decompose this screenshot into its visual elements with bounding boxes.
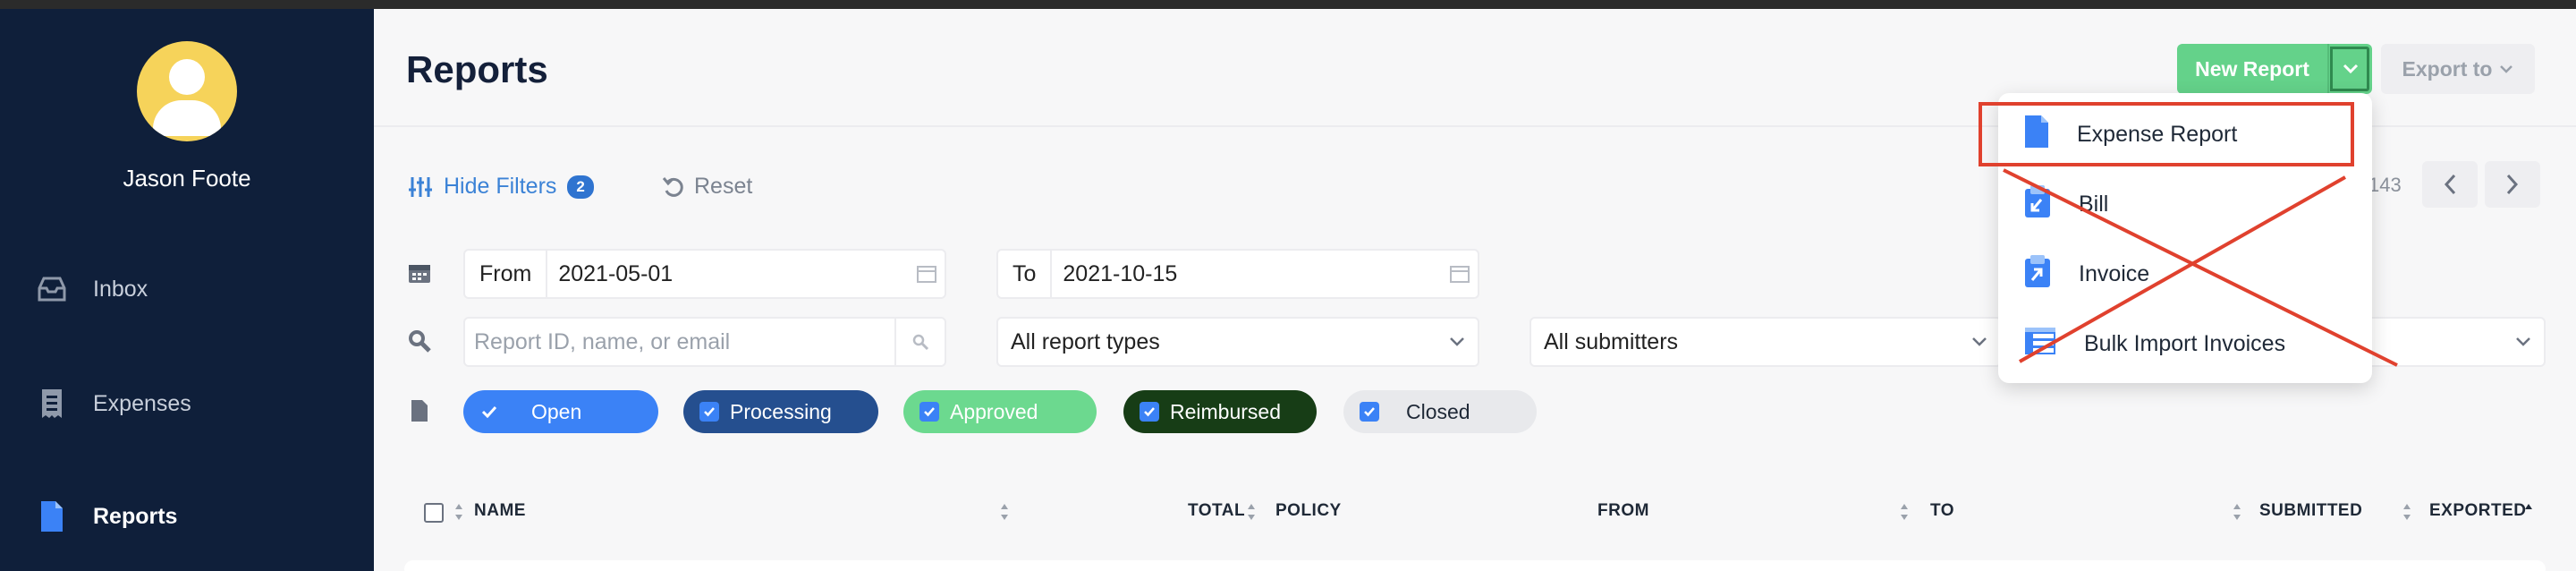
document-icon (36, 500, 68, 533)
column-header-exported[interactable]: EXPORTED (2429, 501, 2527, 521)
to-date-field[interactable]: To 2021-10-15 (996, 249, 1479, 299)
column-header-submitted[interactable]: SUBMITTED (2259, 501, 2362, 521)
sidebar-item-label: Reports (93, 503, 178, 529)
calendar-icon (404, 258, 435, 288)
bill-icon (2023, 183, 2052, 226)
avatar[interactable] (137, 41, 237, 141)
select-all-checkbox[interactable] (424, 503, 444, 523)
to-date-value: 2021-10-15 (1063, 260, 1178, 286)
from-label: From (465, 251, 548, 297)
menu-item-label: Invoice (2079, 260, 2150, 286)
sliders-icon (409, 176, 432, 197)
search-field[interactable] (463, 317, 946, 367)
submitters-value: All submitters (1544, 328, 1679, 354)
menu-item-bill[interactable]: Bill (2023, 177, 2108, 231)
sort-icon[interactable] (453, 501, 465, 523)
chevron-down-icon (2516, 337, 2530, 346)
menu-item-label: Bill (2079, 191, 2109, 217)
prev-page-button[interactable] (2422, 161, 2478, 208)
annotation-highlight-box (1979, 102, 2354, 166)
invoice-icon (2023, 253, 2052, 295)
status-label: Processing (730, 399, 832, 423)
status-label: Open (531, 399, 582, 423)
chevron-down-icon (1450, 337, 1464, 346)
chevron-down-icon (2500, 65, 2513, 73)
menu-item-bulk-import-invoices[interactable]: Bulk Import Invoices (2023, 317, 2285, 371)
chevron-down-icon (2343, 64, 2359, 74)
status-filter-processing[interactable]: Processing (683, 390, 878, 433)
column-header-name[interactable]: NAME (474, 501, 526, 521)
chevron-right-icon (2506, 174, 2519, 195)
search-input[interactable] (465, 328, 894, 355)
status-label: Reimbursed (1170, 399, 1281, 423)
column-header-policy[interactable]: POLICY (1275, 501, 1342, 521)
chevron-down-icon (1972, 337, 1987, 346)
calendar-icon[interactable] (1442, 264, 1478, 284)
sidebar-item-reports[interactable]: Reports (36, 494, 177, 539)
column-header-total[interactable]: TOTAL (1188, 501, 1245, 521)
new-report-button[interactable]: New Report (2177, 44, 2327, 94)
search-icon (404, 326, 435, 356)
hide-filters-label: Hide Filters (444, 174, 557, 199)
sidebar-item-label: Expenses (93, 390, 191, 416)
sort-icon[interactable] (1898, 501, 1911, 523)
next-page-button[interactable] (2485, 161, 2540, 208)
checkbox-checked-icon (1140, 402, 1159, 422)
menu-item-invoice[interactable]: Invoice (2023, 247, 2149, 301)
checkbox-checked-icon (919, 402, 939, 422)
menu-item-label: Bulk Import Invoices (2084, 330, 2286, 356)
status-filter-closed[interactable]: Closed (1343, 390, 1537, 433)
hide-filters-button[interactable]: Hide Filters 2 (408, 174, 594, 200)
from-date-value: 2021-05-01 (558, 260, 674, 286)
page-title: Reports (406, 48, 548, 90)
export-label: Export to (2402, 56, 2493, 81)
report-types-select[interactable]: All report types (996, 317, 1479, 367)
status-filter-approved[interactable]: Approved (903, 390, 1097, 433)
document-icon (404, 396, 435, 426)
reset-button[interactable]: Reset (662, 174, 752, 200)
to-label: To (998, 251, 1053, 297)
from-date-field[interactable]: From 2021-05-01 (463, 249, 946, 299)
report-types-value: All report types (1011, 328, 1160, 354)
inbox-icon (36, 273, 68, 305)
status-label: Closed (1406, 399, 1470, 423)
calendar-icon[interactable] (909, 264, 945, 284)
checkmark-icon (479, 402, 499, 422)
sort-icon[interactable] (2231, 501, 2243, 523)
new-report-dropdown-toggle[interactable] (2327, 44, 2372, 94)
reset-icon (662, 176, 683, 197)
sort-icon[interactable] (2522, 501, 2535, 523)
pager-count: 143 (2368, 174, 2402, 196)
table-header: NAME TOTAL POLICY FROM TO SUBMITTED EXPO… (406, 490, 2544, 532)
sidebar-item-inbox[interactable]: Inbox (36, 267, 148, 311)
chevron-left-icon (2444, 174, 2456, 195)
export-button[interactable]: Export to (2381, 44, 2535, 94)
sort-icon[interactable] (1245, 501, 1258, 523)
status-filter-open[interactable]: Open (463, 390, 658, 433)
reset-label: Reset (694, 174, 753, 199)
submitters-select[interactable]: All submitters (1530, 317, 2002, 367)
sort-icon[interactable] (2401, 501, 2413, 523)
status-filter-reimbursed[interactable]: Reimbursed (1123, 390, 1317, 433)
table-body (404, 560, 2546, 571)
column-header-to[interactable]: TO (1930, 501, 1954, 521)
sidebar-item-expenses[interactable]: Expenses (36, 381, 191, 426)
window-top-bar (0, 0, 2576, 9)
checkbox-checked-icon (1360, 402, 1379, 422)
table-icon (2023, 326, 2057, 362)
column-header-from[interactable]: FROM (1597, 501, 1649, 521)
receipt-icon (36, 388, 68, 420)
search-icon[interactable] (894, 319, 945, 365)
checkbox-checked-icon (699, 402, 719, 422)
user-name: Jason Foote (123, 165, 251, 192)
status-label: Approved (950, 399, 1038, 423)
sidebar-item-label: Inbox (93, 276, 148, 302)
filter-count-badge: 2 (567, 175, 594, 199)
sort-icon[interactable] (998, 501, 1011, 523)
